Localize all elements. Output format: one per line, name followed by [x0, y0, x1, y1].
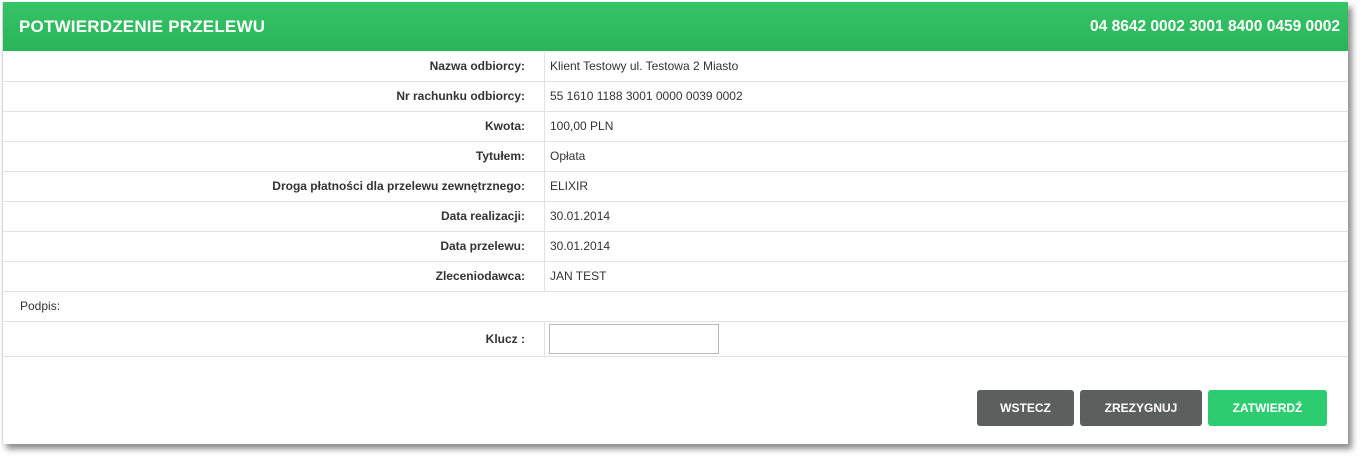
detail-label: Kwota: — [3, 112, 545, 141]
detail-row-amount: Kwota: 100,00 PLN — [3, 112, 1348, 142]
transfer-details: Nazwa odbiorcy: Klient Testowy ul. Testo… — [3, 52, 1348, 357]
detail-value: 30.01.2014 — [550, 209, 611, 223]
confirm-button[interactable]: ZATWIERDŹ — [1208, 390, 1327, 426]
detail-label: Zleceniodawca: — [3, 262, 545, 291]
transfer-confirmation-panel: POTWIERDZENIE PRZELEWU 04 8642 0002 3001… — [2, 2, 1348, 444]
signature-section-label: Podpis: — [3, 292, 1348, 322]
detail-label: Tytułem: — [3, 142, 545, 171]
detail-value: 30.01.2014 — [550, 239, 611, 253]
detail-label: Data realizacji: — [3, 202, 545, 231]
cancel-button[interactable]: ZREZYGNUJ — [1080, 390, 1202, 426]
key-field-wrapper — [545, 322, 719, 356]
detail-row-ordering-party: Zleceniodawca: JAN TEST — [3, 262, 1348, 292]
signature-key-row: Klucz : — [3, 322, 1348, 357]
detail-value: 55 1610 1188 3001 0000 0039 0002 — [550, 89, 743, 103]
detail-label: Nazwa odbiorcy: — [3, 52, 545, 81]
key-input[interactable] — [549, 324, 719, 354]
key-label: Klucz : — [3, 322, 545, 356]
detail-row-recipient-name: Nazwa odbiorcy: Klient Testowy ul. Testo… — [3, 52, 1348, 82]
detail-row-payment-route: Droga płatności dla przelewu zewnętrzneg… — [3, 172, 1348, 202]
page-title: POTWIERDZENIE PRZELEWU — [19, 16, 266, 36]
detail-label: Nr rachunku odbiorcy: — [3, 82, 545, 111]
detail-value: Klient Testowy ul. Testowa 2 Miasto — [550, 59, 739, 73]
detail-row-recipient-account: Nr rachunku odbiorcy: 55 1610 1188 3001 … — [3, 82, 1348, 112]
panel-header: POTWIERDZENIE PRZELEWU 04 8642 0002 3001… — [3, 2, 1348, 51]
action-buttons: WSTECZ ZREZYGNUJ ZATWIERDŹ — [977, 390, 1327, 426]
back-button[interactable]: WSTECZ — [977, 390, 1074, 426]
detail-row-title: Tytułem: Opłata — [3, 142, 1348, 172]
detail-label: Data przelewu: — [3, 232, 545, 261]
detail-value: ELIXIR — [550, 179, 589, 193]
detail-value: Opłata — [550, 149, 586, 163]
account-number: 04 8642 0002 3001 8400 0459 0002 — [1090, 17, 1340, 35]
detail-value: 100,00 PLN — [550, 119, 614, 133]
detail-label: Droga płatności dla przelewu zewnętrzneg… — [3, 172, 545, 201]
detail-row-execution-date: Data realizacji: 30.01.2014 — [3, 202, 1348, 232]
detail-value: JAN TEST — [550, 269, 607, 283]
detail-row-transfer-date: Data przelewu: 30.01.2014 — [3, 232, 1348, 262]
